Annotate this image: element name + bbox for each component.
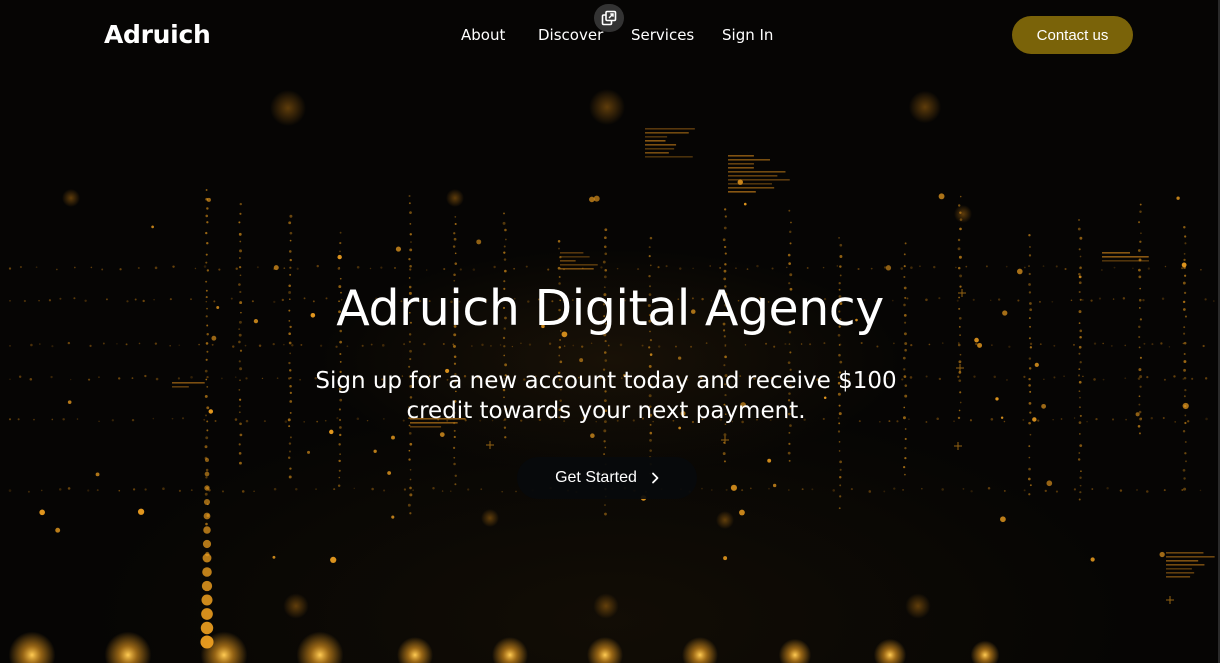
hero-title: Adruich Digital Agency: [336, 280, 884, 337]
landing-page: Adruich About Discover Services Sign In …: [0, 0, 1220, 663]
contact-us-button[interactable]: Contact us: [1012, 16, 1133, 54]
brand-logo[interactable]: Adruich: [104, 20, 211, 49]
get-started-label: Get Started: [555, 469, 637, 486]
copy-icon[interactable]: [594, 4, 624, 32]
nav-item-about[interactable]: About: [461, 26, 505, 44]
chevron-right-icon: [651, 472, 659, 484]
nav-item-discover[interactable]: Discover: [538, 26, 603, 44]
hero-subtitle: Sign up for a new account today and rece…: [315, 368, 897, 424]
nav-item-sign-in[interactable]: Sign In: [722, 26, 773, 44]
nav-item-services[interactable]: Services: [631, 26, 694, 44]
get-started-button[interactable]: Get Started: [517, 457, 697, 499]
